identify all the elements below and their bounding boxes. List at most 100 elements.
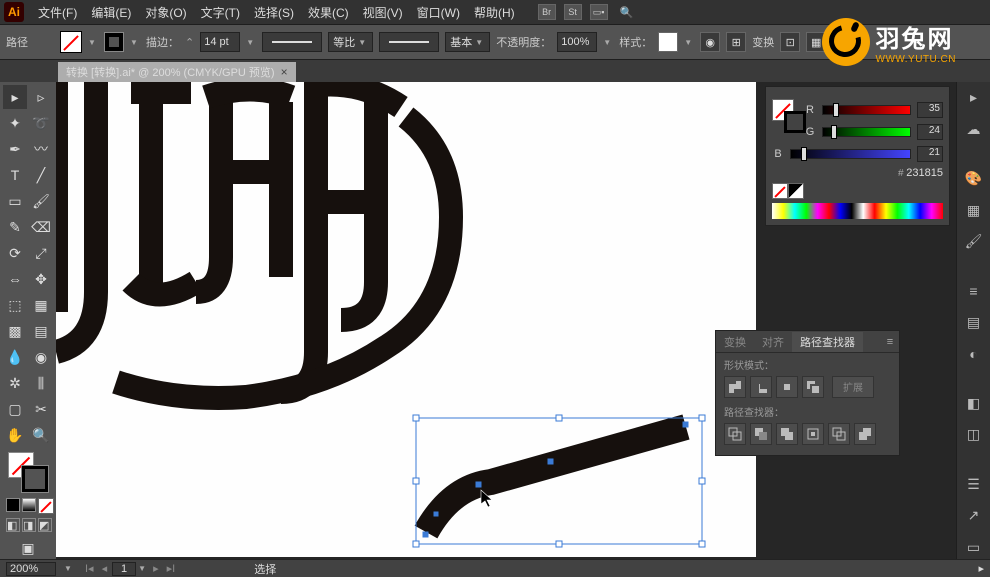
pf-crop-icon[interactable] [802, 423, 824, 445]
brush-select[interactable]: 基本▼ [445, 32, 490, 52]
status-more-icon[interactable]: ▸ [978, 562, 984, 575]
tool-rotate[interactable]: ⟳ [3, 241, 27, 265]
panel-color-icon[interactable]: 🎨 [962, 167, 986, 191]
pf-unite-icon[interactable] [724, 376, 746, 398]
tool-perspective[interactable]: ▦ [29, 293, 53, 317]
pf-minus-front-icon[interactable] [750, 376, 772, 398]
document-tab[interactable]: 转换 [转换].ai* @ 200% (CMYK/GPU 预览) × [58, 62, 296, 82]
tool-gradient[interactable]: ▤ [29, 319, 53, 343]
cp-none-swatch[interactable] [772, 183, 788, 199]
draw-normal-icon[interactable]: ◧ [6, 518, 20, 532]
fill-swatch[interactable] [60, 31, 82, 53]
close-icon[interactable]: × [281, 65, 288, 79]
tool-shape-builder[interactable]: ⬚ [3, 293, 27, 317]
tool-scale[interactable]: ⤢ [29, 241, 53, 265]
menu-type[interactable]: 文字(T) [195, 2, 246, 23]
pathfinder-panel[interactable]: 变换 对齐 路径查找器 ≡ 形状模式： 扩展 路径查找器： [715, 330, 900, 456]
tool-free-transform[interactable]: ✥ [29, 267, 53, 291]
nav-last-icon[interactable]: ▸I [164, 562, 179, 575]
tool-pen[interactable]: ✒ [3, 137, 27, 161]
panel-asset-export-icon[interactable]: ↗ [962, 504, 986, 528]
menu-view[interactable]: 视图(V) [357, 2, 409, 23]
stroke-dropdown-icon[interactable]: ▼ [130, 38, 140, 47]
menu-help[interactable]: 帮助(H) [468, 2, 521, 23]
pf-intersect-icon[interactable] [776, 376, 798, 398]
tool-line[interactable]: ╱ [29, 163, 53, 187]
nav-next-icon[interactable]: ▸ [150, 562, 162, 575]
extra-icon[interactable]: ▦ [806, 32, 826, 52]
tool-eraser[interactable]: ⌫ [29, 215, 53, 239]
arrange-button[interactable]: ▭▪ [590, 4, 608, 20]
pf-tab-transform[interactable]: 变换 [716, 332, 754, 352]
menu-file[interactable]: 文件(F) [32, 2, 83, 23]
panel-appearance-icon[interactable]: ◧ [962, 392, 986, 416]
draw-behind-icon[interactable]: ◨ [22, 518, 36, 532]
pf-merge-icon[interactable] [776, 423, 798, 445]
menu-object[interactable]: 对象(O) [139, 2, 192, 23]
mini-gradient-icon[interactable] [22, 498, 36, 512]
cp-hex-value[interactable]: # 231815 [772, 167, 943, 179]
tool-zoom[interactable]: 🔍 [29, 423, 53, 447]
artboard[interactable] [56, 82, 756, 557]
menu-edit[interactable]: 编辑(E) [85, 2, 137, 23]
tool-blend[interactable]: ◉ [29, 345, 53, 369]
panel-libraries-icon[interactable]: ☁ [962, 118, 986, 142]
menu-window[interactable]: 窗口(W) [411, 2, 466, 23]
tool-curvature[interactable]: 〰 [29, 137, 53, 161]
stroke-decrement-icon[interactable]: ⌃ [185, 36, 194, 49]
nav-first-icon[interactable]: I◂ [82, 562, 97, 575]
fill-stroke-proxy[interactable] [8, 452, 48, 492]
cp-g-value[interactable]: 24 [917, 124, 943, 140]
tool-selection[interactable]: ▸ [3, 85, 27, 109]
nav-prev-icon[interactable]: ◂ [99, 562, 111, 575]
artboard-dropdown-icon[interactable]: ▼ [138, 564, 148, 573]
variable-width-profile[interactable] [262, 32, 322, 52]
panel-layers-icon[interactable]: ☰ [962, 472, 986, 496]
artboard-number[interactable]: 1 [112, 562, 136, 576]
opacity-dropdown-icon[interactable]: ▼ [603, 38, 613, 47]
tool-paintbrush[interactable]: 🖌 [29, 189, 53, 213]
draw-inside-icon[interactable]: ◩ [38, 518, 52, 532]
menu-effect[interactable]: 效果(C) [302, 2, 355, 23]
stroke-swatch[interactable] [104, 32, 124, 52]
tool-magic-wand[interactable]: ✦ [3, 111, 27, 135]
tool-eyedropper[interactable]: 💧 [3, 345, 27, 369]
style-dropdown-icon[interactable]: ▼ [684, 38, 694, 47]
pf-minus-back-icon[interactable] [854, 423, 876, 445]
panel-brushes-icon[interactable]: 🖌 [962, 230, 986, 254]
graphic-style-swatch[interactable] [658, 32, 678, 52]
zoom-input[interactable]: 200% [6, 562, 56, 576]
panel-graphic-styles-icon[interactable]: ◫ [962, 423, 986, 447]
tool-width[interactable]: ⇔ [3, 267, 27, 291]
fill-dropdown-icon[interactable]: ▼ [88, 38, 98, 47]
cp-r-value[interactable]: 35 [917, 102, 943, 118]
panel-stroke-icon[interactable]: ≡ [962, 279, 986, 303]
profile-select[interactable]: 等比▼ [328, 32, 373, 52]
zoom-dropdown-icon[interactable]: ▼ [64, 564, 74, 573]
tool-type[interactable]: T [3, 163, 27, 187]
pf-trim-icon[interactable] [750, 423, 772, 445]
tool-pencil[interactable]: ✎ [3, 215, 27, 239]
tool-direct-select[interactable]: ▹ [29, 85, 53, 109]
pf-tab-align[interactable]: 对齐 [754, 332, 792, 352]
stock-button[interactable]: St [564, 4, 582, 20]
align-icon[interactable]: ⊞ [726, 32, 746, 52]
stroke-proxy-icon[interactable] [22, 466, 48, 492]
panel-artboards-icon[interactable]: ▭ [962, 535, 986, 559]
tool-slice[interactable]: ✂ [29, 397, 53, 421]
screen-mode-icon[interactable]: ▣ [16, 536, 40, 560]
pf-menu-icon[interactable]: ≡ [881, 336, 899, 348]
tool-lasso[interactable]: ➰ [29, 111, 53, 135]
cp-bw-swatch[interactable] [788, 183, 804, 199]
pf-tab-pathfinder[interactable]: 路径查找器 [792, 332, 863, 352]
stroke-weight-dropdown-icon[interactable]: ▼ [246, 38, 256, 47]
tool-artboard[interactable]: ▢ [3, 397, 27, 421]
pf-outline-icon[interactable] [828, 423, 850, 445]
brush-preview[interactable] [379, 32, 439, 52]
cp-stroke-icon[interactable] [784, 111, 806, 133]
isolate-icon[interactable]: ⊡ [780, 32, 800, 52]
panel-swatches-icon[interactable]: ▦ [962, 198, 986, 222]
panel-gradient-icon[interactable]: ▤ [962, 311, 986, 335]
opacity-input[interactable] [557, 32, 597, 52]
search-icon[interactable]: 🔍 [613, 4, 641, 20]
